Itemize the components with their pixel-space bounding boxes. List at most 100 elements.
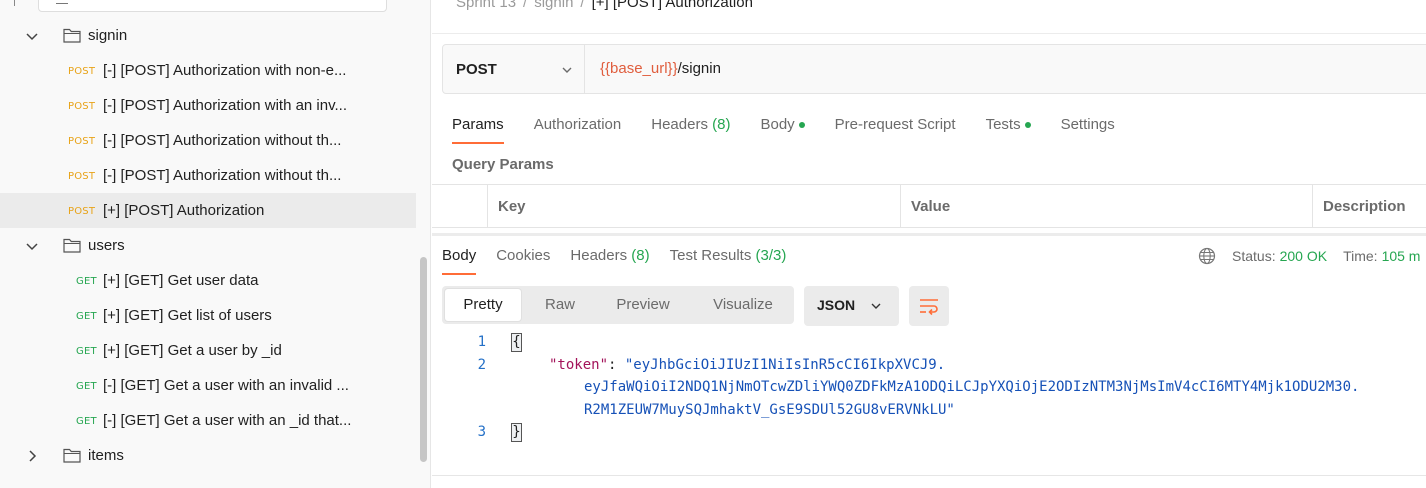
chevron-down-icon[interactable] <box>25 239 39 253</box>
tab-authorization[interactable]: Authorization <box>534 106 622 144</box>
tab-label: Headers <box>570 247 628 264</box>
folder-icon <box>63 238 81 253</box>
chevron-down-icon <box>871 303 881 309</box>
request-workspace: Sprint 13/signin / [+] [POST] Authorizatio… <box>432 0 1426 488</box>
tab-label: Headers <box>651 116 708 133</box>
sidebar-folder-items[interactable]: items <box>0 438 416 473</box>
sidebar-folder-users[interactable]: users <box>0 228 416 263</box>
sidebar-request-label: [-] [POST] Authorization with non-e... <box>103 62 347 79</box>
sidebar-top-edge <box>14 0 22 6</box>
json-colon: : <box>608 357 625 373</box>
sidebar-request-label: [-] [POST] Authorization without th... <box>103 167 342 184</box>
folder-icon <box>63 448 81 463</box>
breadcrumb-separator: / <box>523 0 528 11</box>
json-value-part: R2M1ZEUW7MuySQJmhaktV_GsE9SDUl52GU8vERVN… <box>584 402 955 418</box>
table-header-value: Value <box>900 185 1312 227</box>
sidebar-request-label: [-] [GET] Get a user with an _id that... <box>103 412 352 429</box>
tab-pre-request-script[interactable]: Pre-request Script <box>835 106 956 144</box>
time-group[interactable]: Time: 105 m <box>1343 248 1420 264</box>
sidebar-folder-signin[interactable]: signin <box>0 18 416 53</box>
sidebar-request-label: [-] [POST] Authorization with an inv... <box>103 97 347 114</box>
more-options-icon[interactable]: ··· <box>396 0 415 8</box>
sidebar-scroll-thumb[interactable] <box>420 257 427 462</box>
method-badge: GET <box>76 416 97 427</box>
chevron-right-icon[interactable] <box>25 449 39 463</box>
breadcrumb-item-folder[interactable]: signin <box>534 0 573 11</box>
tab-count: (8) <box>712 116 731 133</box>
tab-settings[interactable]: Settings <box>1061 106 1115 144</box>
sidebar-request-label: [-] [GET] Get a user with an invalid ... <box>103 377 349 394</box>
tab-count: (8) <box>631 247 650 264</box>
response-tab-test-results[interactable]: Test Results (3/3) <box>670 238 787 275</box>
url-path: /signin <box>677 60 721 77</box>
open-brace: { <box>511 333 522 352</box>
divider <box>432 33 1426 34</box>
method-badge: GET <box>76 311 97 322</box>
pane-resize-handle[interactable] <box>432 233 1426 236</box>
sidebar-request-item[interactable]: POST [-] [POST] Authorization without th.… <box>0 123 416 158</box>
sidebar-request-item[interactable]: GET [+] [GET] Get user data <box>0 263 416 298</box>
globe-icon[interactable] <box>1198 247 1216 265</box>
line-number: 3 <box>477 424 486 440</box>
code-line: { <box>511 333 522 352</box>
format-select[interactable]: JSON <box>804 286 899 326</box>
code-line: "token": "eyJhbGciOiJIUzI1NiIsInR5cCI6Ik… <box>549 357 945 373</box>
method-badge: POST <box>68 171 96 182</box>
breadcrumb-current[interactable]: [+] [POST] Authorization <box>592 0 753 11</box>
view-mode-segmented: Pretty Raw Preview Visualize <box>442 286 794 324</box>
view-pretty-button[interactable]: Pretty <box>445 289 521 321</box>
method-badge: GET <box>76 381 97 392</box>
line-number: 1 <box>477 334 486 350</box>
request-tabs: Params Authorization Headers (8) Body Pre-re… <box>452 106 1145 146</box>
sidebar-request-item[interactable]: GET [-] [GET] Get a user with an _id that… <box>0 403 416 438</box>
breadcrumb-item-collection[interactable]: Sprint 13 <box>456 0 516 11</box>
code-line: eyJfaWQiOiI2NDQ1NjNmOTcwZDliYWQ0ZDFkMzA1… <box>584 379 1359 395</box>
status-group[interactable]: Status: 200 OK <box>1232 248 1327 264</box>
tab-tests[interactable]: Tests <box>986 106 1031 144</box>
sidebar-request-item[interactable]: GET [+] [GET] Get a user by _id <box>0 333 416 368</box>
sidebar-request-label: [-] [POST] Authorization without th... <box>103 132 342 149</box>
method-badge: POST <box>68 101 96 112</box>
chevron-down-icon[interactable] <box>25 29 39 43</box>
response-tab-headers[interactable]: Headers (8) <box>570 238 649 275</box>
tab-body[interactable]: Body <box>760 106 805 144</box>
sidebar-search-input[interactable] <box>38 0 387 12</box>
divider <box>432 475 1426 476</box>
table-header-description: Description <box>1312 185 1426 227</box>
sidebar-request-item[interactable]: POST [-] [POST] Authorization with non-e.… <box>0 53 416 88</box>
query-params-title: Query Params <box>452 156 554 173</box>
wrap-lines-button[interactable] <box>909 286 949 326</box>
status-dot-icon <box>798 122 805 129</box>
tab-label: Tests <box>985 116 1021 133</box>
view-preview-button[interactable]: Preview <box>600 289 686 321</box>
method-badge: POST <box>68 206 96 217</box>
tab-label: Settings <box>1060 116 1115 133</box>
sidebar-request-item[interactable]: POST [-] [POST] Authorization with an inv… <box>0 88 416 123</box>
view-raw-button[interactable]: Raw <box>526 289 594 321</box>
response-meta: Status: 200 OK Time: 105 m <box>1198 247 1426 265</box>
sidebar-request-item[interactable]: POST [-] [POST] Authorization without th.… <box>0 158 416 193</box>
query-params-table: Key Value Description <box>432 184 1426 228</box>
response-tab-body[interactable]: Body <box>442 238 477 275</box>
sidebar-request-item[interactable]: GET [-] [GET] Get a user with an invalid … <box>0 368 416 403</box>
view-visualize-button[interactable]: Visualize <box>696 289 790 321</box>
sidebar-folder-label: users <box>88 237 125 254</box>
method-badge: GET <box>76 276 97 287</box>
time-label: Time: <box>1343 248 1378 264</box>
tab-params[interactable]: Params <box>452 106 504 144</box>
sidebar-request-label: [+] [POST] Authorization <box>103 202 265 219</box>
url-input[interactable]: {{base_url}}/signin <box>600 60 721 77</box>
filter-icon[interactable] <box>56 0 68 4</box>
json-value-part: "eyJhbGciOiJIUzI1NiIsInR5cCI6IkpXVCJ9. <box>624 357 946 373</box>
wrap-lines-icon <box>920 299 938 316</box>
sidebar-request-item[interactable]: GET [+] [GET] Get list of users <box>0 298 416 333</box>
breadcrumb: Sprint 13 / signin / [+] [POST] Authorizatio… <box>456 0 753 11</box>
tab-headers[interactable]: Headers (8) <box>651 106 730 144</box>
table-header-label: Description <box>1323 198 1406 215</box>
breadcrumb-separator: / <box>580 0 585 11</box>
tab-label: Cookies <box>496 247 551 264</box>
method-select[interactable]: POST <box>443 45 585 93</box>
folder-icon <box>63 28 81 43</box>
sidebar-request-item[interactable]: POST [+] [POST] Authorization <box>0 193 416 228</box>
response-tab-cookies[interactable]: Cookies <box>496 238 550 275</box>
